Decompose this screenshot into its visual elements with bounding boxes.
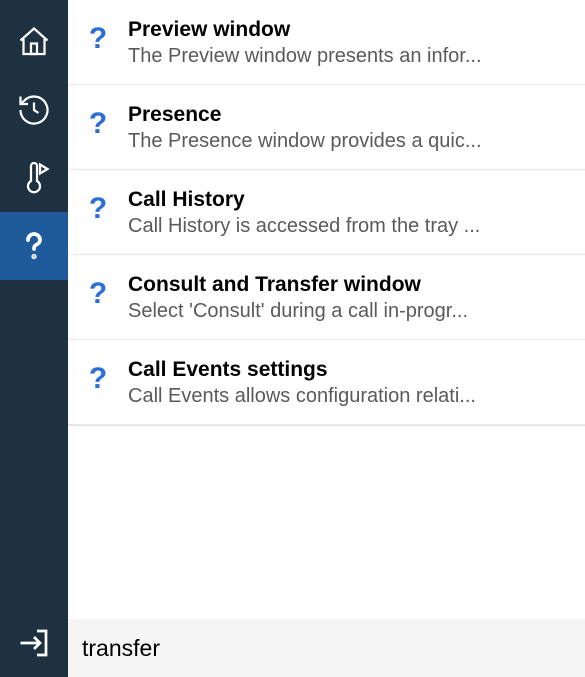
question-icon: ? [84,277,112,311]
result-description: Call History is accessed from the tray .… [128,215,569,238]
result-item[interactable]: ? Presence The Presence window provides … [68,85,585,170]
result-content: Call History Call History is accessed fr… [128,188,569,238]
results-list: ? Preview window The Preview window pres… [68,0,585,619]
result-item[interactable]: ? Consult and Transfer window Select 'Co… [68,255,585,340]
question-icon: ? [84,192,112,226]
exit-icon [16,625,52,661]
sidebar [0,0,68,677]
sidebar-item-help[interactable] [0,212,68,280]
home-icon [16,24,52,60]
sidebar-item-thermometer[interactable] [0,144,68,212]
result-description: The Presence window provides a quic... [128,130,569,153]
sidebar-item-history[interactable] [0,76,68,144]
search-bar [68,619,585,677]
result-title: Call Events settings [128,358,569,382]
history-icon [16,92,52,128]
result-content: Consult and Transfer window Select 'Cons… [128,273,569,323]
result-item[interactable]: ? Call History Call History is accessed … [68,170,585,255]
result-item[interactable]: ? Call Events settings Call Events allow… [68,340,585,425]
main-panel: ? Preview window The Preview window pres… [68,0,585,677]
result-item[interactable]: ? Preview window The Preview window pres… [68,0,585,85]
question-icon: ? [84,362,112,396]
result-description: Select 'Consult' during a call in-progr.… [128,300,569,323]
search-input[interactable] [82,635,571,662]
question-icon: ? [84,107,112,141]
question-icon [16,228,52,264]
result-description: The Preview window presents an infor... [128,45,569,68]
result-title: Call History [128,188,569,212]
question-icon: ? [84,22,112,56]
result-content: Presence The Presence window provides a … [128,103,569,153]
result-content: Call Events settings Call Events allows … [128,358,569,408]
thermometer-icon [16,160,52,196]
result-title: Preview window [128,18,569,42]
result-description: Call Events allows configuration relati.… [128,385,569,408]
result-title: Consult and Transfer window [128,273,569,297]
sidebar-item-exit[interactable] [0,609,68,677]
result-content: Preview window The Preview window presen… [128,18,569,68]
empty-area [68,425,585,426]
sidebar-item-home[interactable] [0,8,68,76]
result-title: Presence [128,103,569,127]
